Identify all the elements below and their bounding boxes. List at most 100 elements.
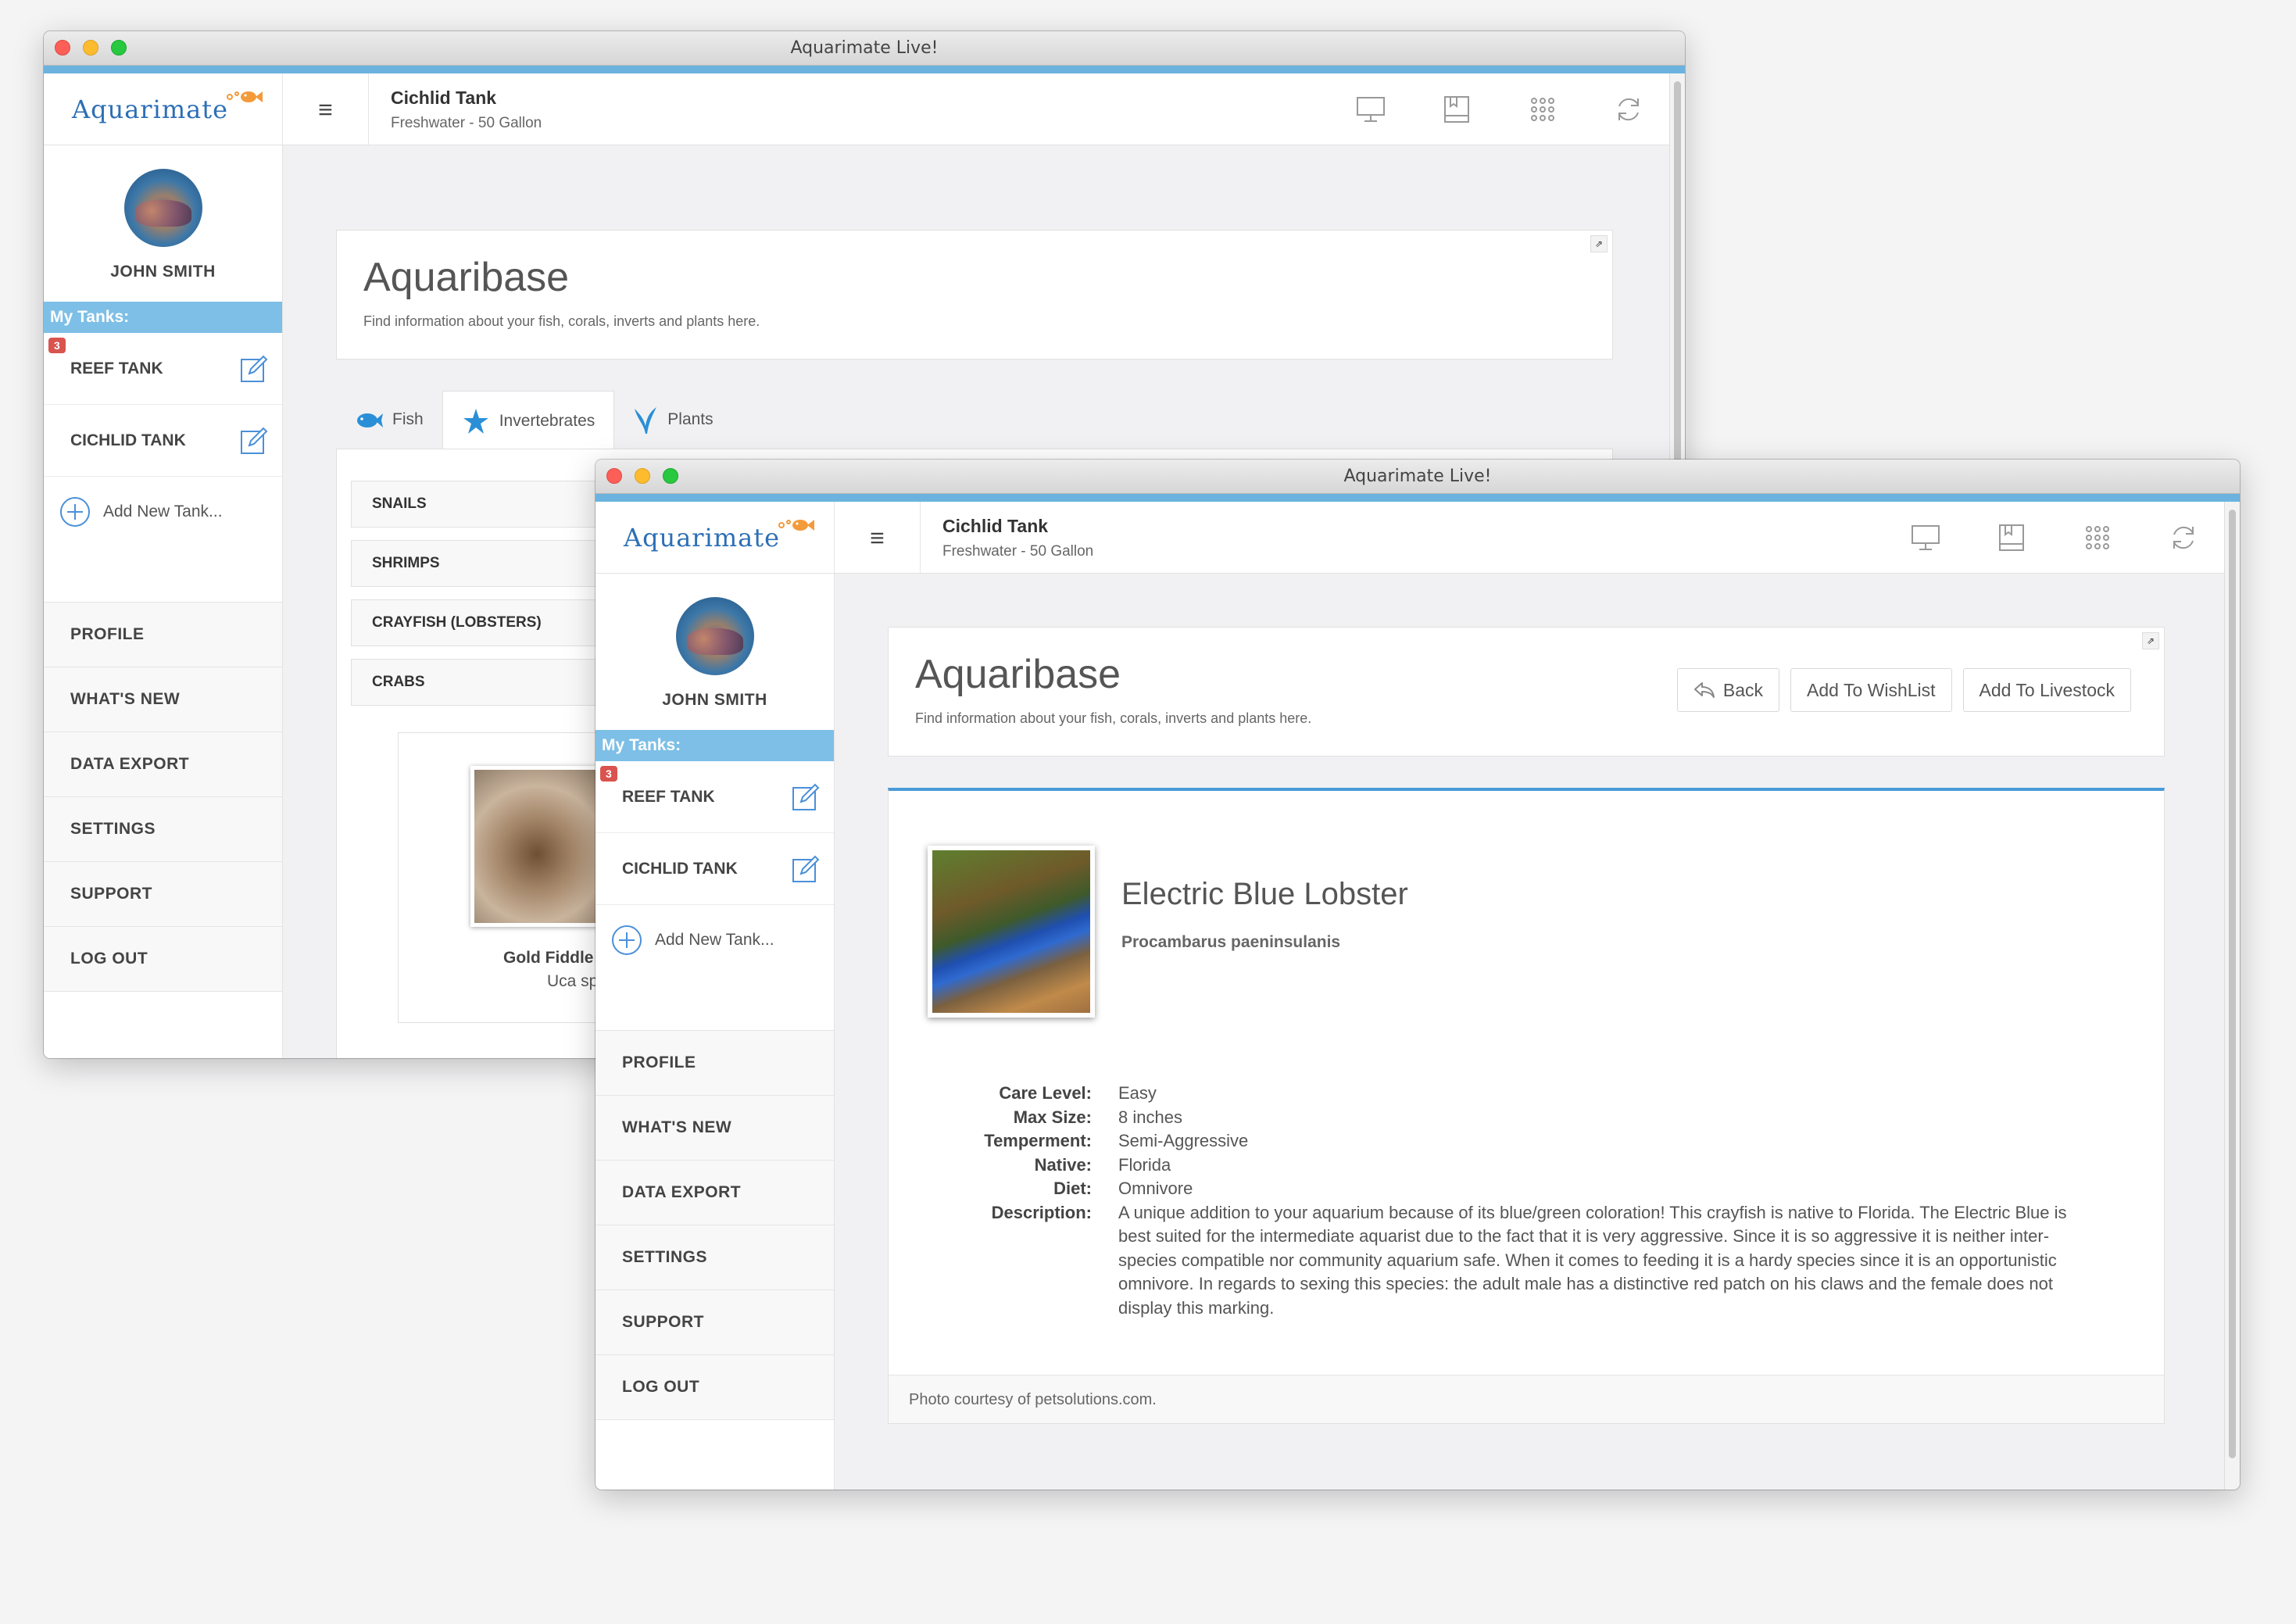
edit-icon[interactable]: [792, 855, 820, 883]
tab-invertebrates[interactable]: Invertebrates: [442, 391, 615, 450]
tab-fish-label: Fish: [392, 410, 424, 428]
edit-icon[interactable]: [240, 355, 268, 383]
species-card-latin: Uca sp: [547, 972, 599, 990]
current-tank-name: Cichlid Tank: [391, 88, 497, 108]
tank-label: REEF TANK: [70, 359, 163, 377]
notification-badge: 3: [48, 338, 66, 353]
book-icon[interactable]: [1994, 520, 2029, 555]
aquaribase-header-card: Aquaribase Find information about your f…: [336, 230, 1613, 359]
tank-label: REEF TANK: [622, 787, 715, 806]
starfish-icon: [463, 408, 488, 434]
species-photo[interactable]: [928, 846, 1095, 1018]
top-toolbar: [1908, 520, 2201, 555]
tab-plants[interactable]: Plants: [614, 391, 731, 449]
add-to-wishlist-button[interactable]: Add To WishList: [1790, 668, 1952, 712]
tab-fish[interactable]: Fish: [336, 391, 442, 449]
front-window: Aquarimate Live! Aquarimate ≡ Cichlid Ta…: [595, 460, 2240, 1490]
fish-icon: [357, 413, 383, 427]
species-detail-card: Electric Blue Lobster Procambarus paenin…: [888, 788, 2165, 1424]
current-tank: Cichlid Tank Freshwater - 50 Gallon: [391, 88, 542, 132]
aquaribase-header-card: Aquaribase Find information about your f…: [888, 627, 2165, 757]
avatar[interactable]: [123, 169, 202, 247]
detail-value: Florida: [1118, 1154, 1171, 1175]
nav-data-export[interactable]: DATA EXPORT: [595, 1161, 834, 1225]
nav-log-out[interactable]: LOG OUT: [595, 1355, 834, 1420]
nav-whats-new[interactable]: WHAT'S NEW: [44, 667, 282, 732]
species-thumbnail: [470, 766, 603, 927]
nav-data-export[interactable]: DATA EXPORT: [44, 732, 282, 797]
monitor-icon[interactable]: [1354, 92, 1388, 127]
tank-label: CICHLID TANK: [70, 431, 186, 449]
add-tank-button[interactable]: Add New Tank...: [44, 477, 282, 547]
detail-label: Max Size:: [1013, 1107, 1092, 1127]
nav-log-out[interactable]: LOG OUT: [44, 927, 282, 992]
add-tank-button[interactable]: Add New Tank...: [595, 905, 834, 975]
detail-value: Easy: [1118, 1083, 1157, 1103]
window-title: Aquarimate Live!: [1343, 467, 1492, 486]
nav-profile[interactable]: PROFILE: [44, 603, 282, 667]
logo-fish-icon: [227, 91, 263, 102]
edit-icon[interactable]: [240, 427, 268, 455]
current-tank-subtitle: Freshwater - 50 Gallon: [942, 543, 1094, 560]
tank-label: CICHLID TANK: [622, 859, 738, 878]
book-icon[interactable]: [1439, 92, 1474, 127]
back-button[interactable]: Back: [1676, 668, 1780, 712]
tab-plants-label: Plants: [667, 410, 713, 428]
avatar[interactable]: [675, 597, 754, 675]
notification-badge: 3: [600, 766, 617, 782]
refresh-icon[interactable]: [1611, 92, 1646, 127]
main-content: Aquaribase Find information about your f…: [835, 574, 2224, 1490]
apps-grid-icon[interactable]: [2080, 520, 2115, 555]
scrollbar-thumb[interactable]: [2229, 510, 2236, 1458]
sidebar-nav: PROFILE WHAT'S NEW DATA EXPORT SETTINGS …: [44, 602, 282, 992]
apps-grid-icon[interactable]: [1525, 92, 1560, 127]
nav-support[interactable]: SUPPORT: [595, 1290, 834, 1355]
window-title: Aquarimate Live!: [790, 38, 939, 58]
scrollbar[interactable]: [2224, 502, 2240, 1490]
detail-row: Description: A unique addition to your aq…: [975, 1201, 2131, 1321]
species-details: Care Level: Easy Max Size: 8 inches Temper…: [975, 1082, 2131, 1320]
user-profile: JOHN SMITH: [595, 574, 834, 730]
sidebar-item-reef-tank[interactable]: 3 REEF TANK: [44, 333, 282, 405]
nav-settings[interactable]: SETTINGS: [595, 1225, 834, 1290]
detail-row: Temperment: Semi-Aggressive: [975, 1129, 2131, 1154]
add-to-livestock-button[interactable]: Add To Livestock: [1962, 668, 2131, 712]
user-name: JOHN SMITH: [110, 263, 216, 281]
sidebar-item-cichlid-tank[interactable]: CICHLID TANK: [44, 405, 282, 477]
pin-icon[interactable]: ⇗: [2142, 632, 2159, 649]
detail-value: A unique addition to your aquarium becau…: [1118, 1202, 2067, 1318]
nav-support[interactable]: SUPPORT: [44, 862, 282, 927]
category-tabs: Fish Invertebrates Plants: [336, 391, 732, 450]
detail-value: Semi-Aggressive: [1118, 1131, 1249, 1150]
user-name: JOHN SMITH: [662, 691, 767, 709]
nav-whats-new[interactable]: WHAT'S NEW: [595, 1096, 834, 1161]
plus-circle-icon: [60, 497, 90, 527]
menu-button[interactable]: ≡: [835, 502, 921, 574]
detail-label: Native:: [1034, 1154, 1092, 1175]
nav-settings[interactable]: SETTINGS: [44, 797, 282, 862]
page-title: Aquaribase: [915, 652, 1121, 697]
current-tank-name: Cichlid Tank: [942, 516, 1049, 536]
detail-value: Omnivore: [1118, 1179, 1193, 1198]
detail-label: Temperment:: [984, 1131, 1092, 1150]
species-latin-name: Procambarus paeninsulanis: [1121, 933, 1341, 951]
logo-text: Aquarimate: [624, 523, 781, 553]
detail-label: Diet:: [1053, 1179, 1092, 1198]
edit-icon[interactable]: [792, 783, 820, 811]
sidebar-item-cichlid-tank[interactable]: CICHLID TANK: [595, 833, 834, 905]
detail-row: Max Size: 8 inches: [975, 1106, 2131, 1130]
detail-label: Description:: [991, 1202, 1092, 1222]
nav-profile[interactable]: PROFILE: [595, 1031, 834, 1096]
pin-icon[interactable]: ⇗: [1590, 235, 1608, 252]
app-logo[interactable]: Aquarimate: [44, 73, 283, 145]
detail-row: Care Level: Easy: [975, 1082, 2131, 1106]
monitor-icon[interactable]: [1908, 520, 1943, 555]
menu-button[interactable]: ≡: [283, 73, 369, 145]
top-bar: Aquarimate ≡ Cichlid Tank Freshwater - 5…: [595, 502, 2224, 574]
app-logo[interactable]: Aquarimate: [595, 502, 835, 574]
detail-row: Native: Florida: [975, 1154, 2131, 1178]
title-bar[interactable]: Aquarimate Live!: [44, 31, 1685, 66]
refresh-icon[interactable]: [2166, 520, 2201, 555]
title-bar[interactable]: Aquarimate Live!: [595, 460, 2240, 494]
sidebar-item-reef-tank[interactable]: 3 REEF TANK: [595, 761, 834, 833]
